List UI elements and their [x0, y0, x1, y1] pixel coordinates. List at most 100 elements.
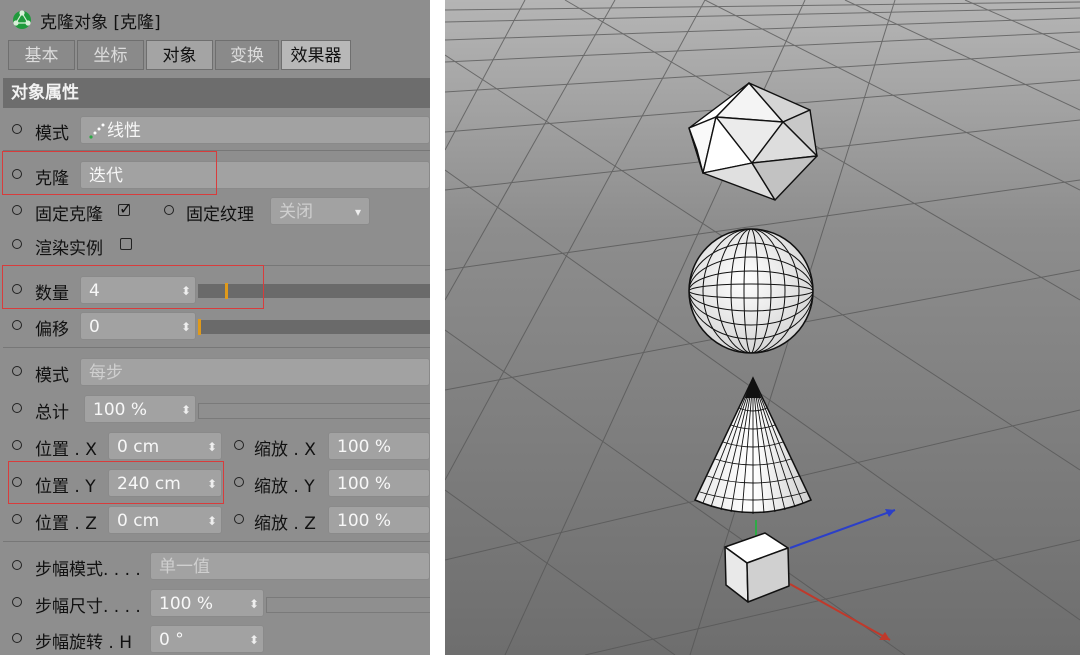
mode-step-label: 模式	[35, 366, 69, 386]
divider	[3, 541, 430, 542]
panel-title-bar: 克隆对象 [克隆]	[0, 5, 430, 35]
step-size-input[interactable]: 100 % ⬍	[150, 589, 264, 617]
stepper-icon: ⬍	[206, 440, 217, 454]
check-icon: ✓	[119, 199, 133, 218]
stepper-icon: ⬍	[180, 403, 191, 417]
offset-slider-handle[interactable]	[198, 319, 201, 335]
fix-clone-checkbox[interactable]: ✓	[118, 199, 132, 218]
mode-value: 线性	[107, 121, 141, 141]
step-mode-value: 单一值	[159, 557, 210, 577]
row-total: 总计 100 % ⬍	[0, 394, 430, 424]
row-pos-x: 位置 . X 0 cm ⬍ 缩放 . X 100 %	[0, 431, 430, 461]
scale-z-input[interactable]: 100 %	[328, 506, 430, 534]
tab-bar: 基本 坐标 对象 变换 效果器	[8, 40, 353, 70]
row-mode-step: 模式 每步	[0, 357, 430, 387]
anim-radio[interactable]	[12, 633, 22, 643]
pos-z-value: 0 cm	[117, 511, 160, 531]
row-step-mode: 步幅模式. . . . 单一值	[0, 551, 430, 581]
step-size-label: 步幅尺寸. . . .	[35, 597, 141, 617]
offset-slider[interactable]	[198, 320, 430, 334]
sphere[interactable]	[688, 228, 814, 354]
scale-y-input[interactable]: 100 %	[328, 469, 430, 497]
total-value: 100 %	[93, 400, 148, 420]
chevron-down-icon: ▾	[354, 205, 361, 219]
row-offset: 偏移 0 ⬍	[0, 311, 430, 341]
anim-radio[interactable]	[12, 597, 22, 607]
tab-basic[interactable]: 基本	[8, 40, 75, 70]
pos-x-value: 0 cm	[117, 437, 160, 457]
step-size-slider[interactable]	[266, 597, 430, 613]
anim-radio[interactable]	[12, 560, 22, 570]
tab-object[interactable]: 对象	[146, 40, 213, 70]
tab-effectors[interactable]: 效果器	[281, 40, 351, 70]
fix-texture-label: 固定纹理	[186, 205, 254, 225]
pos-z-input[interactable]: 0 cm ⬍	[108, 506, 222, 534]
scale-y-label: 缩放 . Y	[254, 477, 315, 497]
anim-radio[interactable]	[12, 514, 22, 524]
highlight-box	[2, 265, 264, 309]
step-rot-value: 0 °	[159, 630, 184, 650]
row-render-instance: 渲染实例	[0, 230, 430, 260]
step-mode-label: 步幅模式. . . .	[35, 560, 141, 580]
step-rot-input[interactable]: 0 ° ⬍	[150, 625, 264, 653]
panel-title: 克隆对象 [克隆]	[40, 12, 161, 33]
linear-dots-icon	[89, 123, 105, 139]
total-label: 总计	[35, 403, 69, 423]
render-instance-checkbox[interactable]	[120, 238, 132, 250]
stepper-icon: ⬍	[248, 633, 259, 647]
mode-dropdown[interactable]: 线性	[80, 116, 430, 144]
scale-y-value: 100 %	[337, 474, 392, 494]
stepper-icon: ⬍	[180, 320, 191, 334]
viewport-canvas[interactable]	[445, 0, 1080, 655]
stepper-icon: ⬍	[248, 597, 259, 611]
total-slider[interactable]	[198, 403, 430, 419]
anim-radio[interactable]	[12, 366, 22, 376]
offset-value: 0	[89, 317, 100, 337]
total-input[interactable]: 100 % ⬍	[84, 395, 196, 423]
anim-radio[interactable]	[12, 403, 22, 413]
step-mode-dropdown[interactable]: 单一值	[150, 552, 430, 580]
anim-radio[interactable]	[234, 477, 244, 487]
row-mode: 模式 线性	[0, 115, 430, 145]
section-header: 对象属性	[3, 78, 430, 108]
anim-radio[interactable]	[234, 514, 244, 524]
scale-x-value: 100 %	[337, 437, 392, 457]
anim-radio[interactable]	[12, 124, 22, 134]
viewport-3d[interactable]	[445, 0, 1080, 655]
scale-x-label: 缩放 . X	[254, 440, 316, 460]
scale-z-label: 缩放 . Z	[254, 514, 316, 534]
tab-transform[interactable]: 变换	[215, 40, 279, 70]
tab-coord[interactable]: 坐标	[77, 40, 144, 70]
anim-radio[interactable]	[164, 205, 174, 215]
pos-z-label: 位置 . Z	[35, 514, 97, 534]
render-instance-label: 渲染实例	[35, 239, 103, 259]
step-rot-label: 步幅旋转 . H	[35, 633, 132, 653]
anim-radio[interactable]	[12, 440, 22, 450]
offset-label: 偏移	[35, 320, 69, 340]
pos-x-label: 位置 . X	[35, 440, 97, 460]
pos-x-input[interactable]: 0 cm ⬍	[108, 432, 222, 460]
anim-radio[interactable]	[12, 239, 22, 249]
cloner-icon	[13, 10, 31, 29]
fix-texture-value: 关闭	[279, 202, 313, 222]
divider	[3, 347, 430, 348]
scale-x-input[interactable]: 100 %	[328, 432, 430, 460]
offset-input[interactable]: 0 ⬍	[80, 312, 196, 340]
anim-radio[interactable]	[12, 205, 22, 215]
anim-radio[interactable]	[12, 320, 22, 330]
row-fix: 固定克隆 ✓ 固定纹理 关闭 ▾	[0, 196, 430, 226]
mode-step-dropdown[interactable]: 每步	[80, 358, 430, 386]
row-step-size: 步幅尺寸. . . . 100 % ⬍	[0, 588, 430, 618]
mode-label: 模式	[35, 124, 69, 144]
fix-texture-dropdown[interactable]: 关闭 ▾	[270, 197, 370, 225]
scale-z-value: 100 %	[337, 511, 392, 531]
anim-radio[interactable]	[234, 440, 244, 450]
attribute-panel: 克隆对象 [克隆] 基本 坐标 对象 变换 效果器 对象属性 模式 线性 克隆 …	[0, 0, 430, 655]
highlight-box	[8, 461, 224, 504]
stepper-icon: ⬍	[206, 514, 217, 528]
fix-clone-label: 固定克隆	[35, 205, 103, 225]
mode-step-value: 每步	[89, 363, 123, 383]
step-size-value: 100 %	[159, 594, 214, 614]
row-step-rot: 步幅旋转 . H 0 ° ⬍	[0, 624, 430, 654]
highlight-box	[2, 151, 217, 195]
